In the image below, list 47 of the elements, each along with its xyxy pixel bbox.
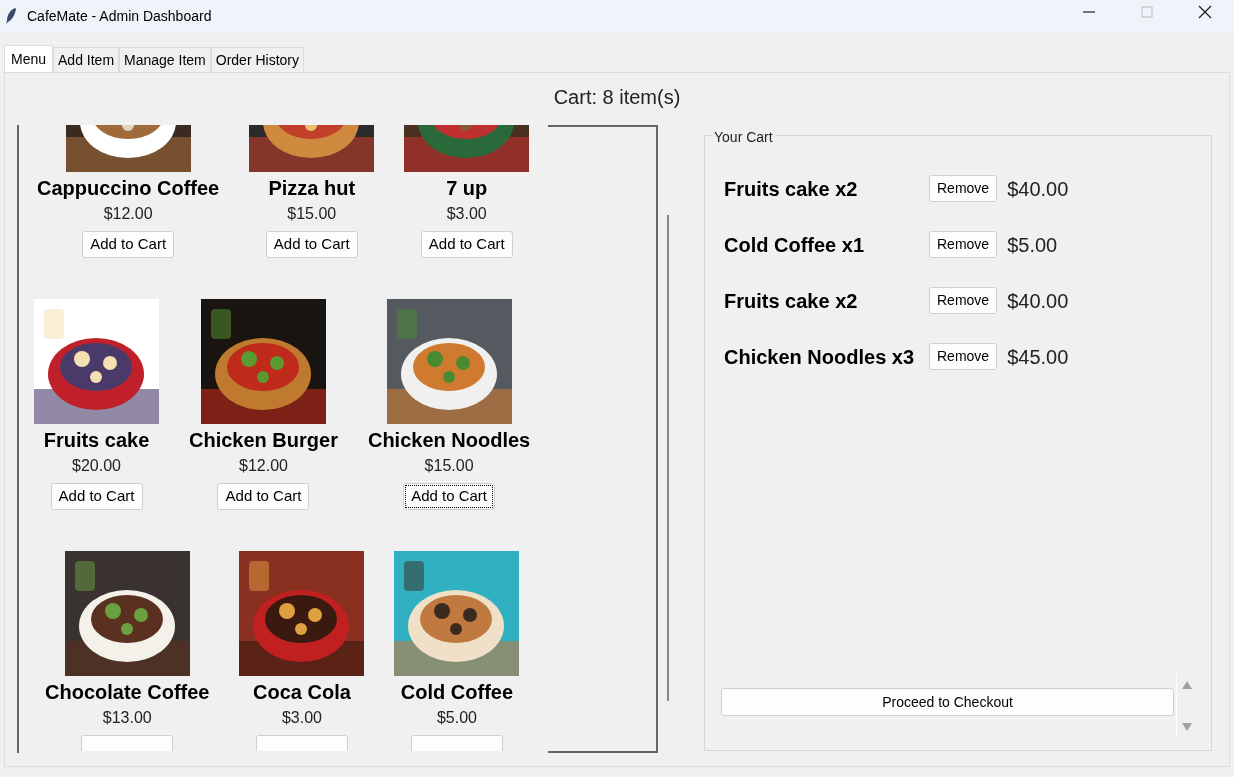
tab[interactable]: Manage Item xyxy=(119,47,211,72)
remove-button[interactable]: Remove xyxy=(929,175,998,202)
item-price: $12.00 xyxy=(239,457,288,475)
remove-button[interactable]: Remove xyxy=(929,231,998,258)
item-price: $15.00 xyxy=(424,457,474,475)
item-price: $3.00 xyxy=(446,205,487,223)
item-price: $15.00 xyxy=(287,205,337,223)
item-price: $3.00 xyxy=(281,709,322,727)
feather-icon xyxy=(5,7,17,25)
add-to-cart-button[interactable]: Add to Cart xyxy=(420,231,513,258)
cart-item-name: Fruits cake x2 xyxy=(724,288,859,314)
cart-item-price: $5.00 xyxy=(1007,232,1058,258)
add-to-cart-button[interactable]: Add to Cart xyxy=(50,483,143,510)
checkout-button[interactable]: Proceed to Checkout xyxy=(721,688,1174,716)
item-name: 7 up xyxy=(446,176,488,200)
scrollbar[interactable] xyxy=(667,215,669,701)
remove-button[interactable]: Remove xyxy=(929,343,998,370)
item-name: Chicken Burger xyxy=(189,428,338,452)
window-title: CafeMate - Admin Dashboard xyxy=(27,6,212,26)
item-name: Chocolate Coffee xyxy=(45,680,210,704)
item-name: Fruits cake xyxy=(43,428,150,452)
tab[interactable]: Menu xyxy=(4,45,54,73)
item-name: Cappuccino Coffee xyxy=(37,176,220,200)
cart-item-name: Cold Coffee x1 xyxy=(724,232,866,258)
scroll-down-icon[interactable] xyxy=(1181,722,1193,732)
tab[interactable]: Order History xyxy=(210,47,304,72)
item-name: Pizza hut xyxy=(268,176,356,200)
cart-item-name: Chicken Noodles x3 xyxy=(724,344,916,370)
cart-count: Cart: 8 item(s) xyxy=(552,85,682,110)
add-to-cart-button[interactable]: Add to Cart xyxy=(82,231,175,258)
add-to-cart-button[interactable]: Add to Cart xyxy=(265,231,358,258)
add-to-cart-button[interactable]: Add to Cart xyxy=(403,483,496,510)
add-to-cart-button[interactable]: Add to Cart xyxy=(217,483,310,510)
cart-item-price: $40.00 xyxy=(1007,288,1069,314)
item-price: $20.00 xyxy=(72,457,121,475)
scroll-up-icon[interactable] xyxy=(1181,680,1193,690)
cart-item-price: $45.00 xyxy=(1007,344,1069,370)
item-name: Coca Cola xyxy=(253,680,351,704)
item-price: $5.00 xyxy=(436,709,477,727)
cart-item-name: Fruits cake x2 xyxy=(724,176,859,202)
remove-button[interactable]: Remove xyxy=(929,287,998,314)
cart-item-price: $40.00 xyxy=(1007,176,1069,202)
item-name: Cold Coffee xyxy=(400,680,514,704)
tab[interactable]: Add Item xyxy=(53,47,120,72)
item-price: $13.00 xyxy=(102,709,152,727)
item-price: $12.00 xyxy=(103,205,153,223)
item-name: Chicken Noodles xyxy=(367,428,531,452)
